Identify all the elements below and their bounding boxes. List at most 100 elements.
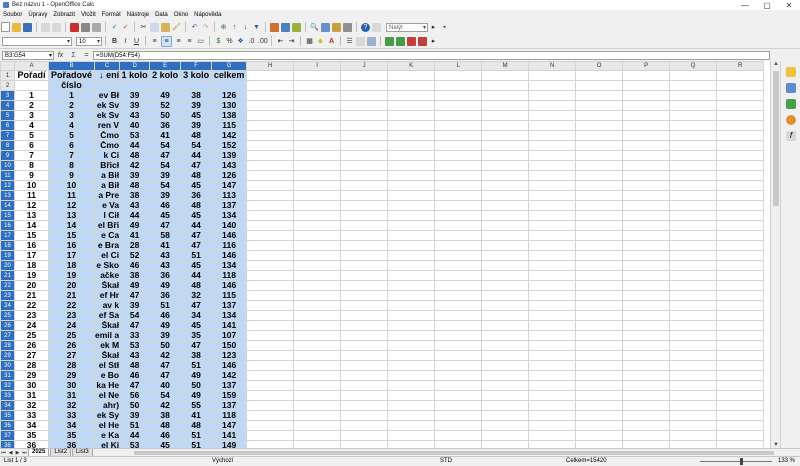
column-header[interactable]: N — [528, 61, 577, 71]
cell-jmeno[interactable]: e Va — [93, 200, 121, 211]
cell[interactable] — [293, 220, 342, 231]
cell-kolo3[interactable]: 45 — [180, 260, 213, 271]
cell-poradove-cislo[interactable]: 35 — [48, 430, 95, 441]
cell[interactable] — [481, 400, 530, 411]
cell[interactable] — [293, 420, 342, 431]
cell[interactable] — [434, 110, 483, 121]
cell[interactable] — [293, 110, 342, 121]
cell[interactable] — [340, 150, 389, 161]
cell-poradove-cislo[interactable]: 5 — [48, 130, 95, 141]
cell[interactable] — [293, 370, 342, 381]
undo-icon[interactable]: ↶ — [190, 23, 199, 32]
cell-poradove-cislo[interactable]: 34 — [48, 420, 95, 431]
cell[interactable] — [434, 290, 483, 301]
cell-kolo1[interactable]: 41 — [119, 230, 151, 241]
cell-kolo2[interactable]: 58 — [149, 230, 182, 241]
cell[interactable] — [387, 190, 436, 201]
cell-jmeno[interactable]: (ahr — [93, 400, 121, 411]
cell-jmeno[interactable]: e Ca — [93, 230, 121, 241]
cell[interactable] — [622, 220, 671, 231]
cell[interactable] — [575, 120, 624, 131]
cell[interactable] — [387, 200, 436, 211]
row-header[interactable]: 16 — [0, 220, 15, 231]
cell[interactable] — [669, 190, 718, 201]
cell[interactable] — [622, 370, 671, 381]
cell-kolo1[interactable]: 39 — [119, 100, 151, 111]
cell-kolo3[interactable]: 47 — [180, 230, 213, 241]
cell-poradi[interactable]: 7 — [14, 150, 49, 161]
cell-kolo2[interactable]: 51 — [149, 300, 182, 311]
cell[interactable] — [622, 440, 671, 448]
cell[interactable] — [716, 290, 765, 301]
cell[interactable] — [387, 230, 436, 241]
cell[interactable] — [481, 250, 530, 261]
cell-kolo1[interactable]: 56 — [119, 390, 151, 401]
cell-kolo2[interactable]: 42 — [149, 400, 182, 411]
cell-poradi[interactable]: 25 — [14, 330, 49, 341]
cell[interactable] — [622, 130, 671, 141]
cell[interactable] — [293, 70, 342, 81]
font-name-select[interactable] — [2, 36, 72, 47]
cell[interactable] — [293, 240, 342, 251]
row-header[interactable]: 15 — [0, 210, 15, 221]
cell[interactable] — [246, 170, 295, 181]
cell-poradove-cislo[interactable]: 27 — [48, 350, 95, 361]
cell[interactable] — [340, 230, 389, 241]
cell[interactable] — [246, 250, 295, 261]
row-header[interactable]: 32 — [0, 380, 15, 391]
cell[interactable] — [340, 90, 389, 101]
cell-kolo3[interactable]: 55 — [180, 400, 213, 411]
cell[interactable] — [387, 400, 436, 411]
cell[interactable] — [669, 310, 718, 321]
cell-kolo1[interactable]: 47 — [119, 290, 151, 301]
cell-poradove-cislo[interactable]: 8 — [48, 160, 95, 171]
cell[interactable] — [716, 260, 765, 271]
cell-kolo3[interactable]: 39 — [180, 120, 213, 131]
cell-kolo3[interactable]: 39 — [180, 100, 213, 111]
cell-poradove-cislo[interactable]: 20 — [48, 280, 95, 291]
cell[interactable] — [716, 130, 765, 141]
cell-poradove-cislo[interactable]: 2 — [48, 100, 95, 111]
cell-poradi[interactable]: 2 — [14, 100, 49, 111]
sort-ascending-icon[interactable]: ↑ — [230, 23, 239, 32]
cell-celkem[interactable]: 138 — [211, 110, 248, 121]
data-sources-icon[interactable] — [343, 22, 352, 32]
cell[interactable] — [481, 80, 530, 91]
cell[interactable] — [575, 210, 624, 221]
cell-kolo1[interactable]: 39 — [119, 90, 151, 101]
cell[interactable] — [669, 180, 718, 191]
cell-celkem[interactable]: 147 — [211, 180, 248, 191]
cell[interactable] — [575, 340, 624, 351]
cell[interactable] — [528, 250, 577, 261]
cell-kolo1[interactable]: 48 — [119, 150, 151, 161]
cell-celkem[interactable]: 113 — [211, 190, 248, 201]
cell[interactable] — [434, 130, 483, 141]
cell[interactable] — [481, 70, 530, 81]
cell[interactable] — [293, 140, 342, 151]
cell[interactable] — [434, 350, 483, 361]
cell[interactable] — [180, 80, 213, 91]
row-header[interactable]: 26 — [0, 320, 15, 331]
cell[interactable] — [669, 110, 718, 121]
cell-celkem[interactable]: 115 — [211, 290, 248, 301]
cell-kolo1[interactable]: 52 — [119, 250, 151, 261]
cell-kolo1[interactable]: 39 — [119, 170, 151, 181]
cell-header-poradi[interactable]: Pořadí — [14, 70, 49, 81]
row-header[interactable]: 33 — [0, 390, 15, 401]
cell-poradove-cislo[interactable]: 15 — [48, 230, 95, 241]
cell[interactable] — [340, 200, 389, 211]
cell-jmeno[interactable]: ek Sy — [93, 410, 121, 421]
cell[interactable] — [481, 140, 530, 151]
cell-celkem[interactable]: 137 — [211, 380, 248, 391]
cell[interactable] — [387, 170, 436, 181]
cell-kolo2[interactable]: 47 — [149, 360, 182, 371]
cell-poradove-cislo[interactable]: 28 — [48, 360, 95, 371]
cell[interactable] — [575, 370, 624, 381]
cell[interactable] — [434, 190, 483, 201]
cell[interactable] — [434, 380, 483, 391]
cell[interactable] — [293, 280, 342, 291]
cell-poradi[interactable]: 12 — [14, 200, 49, 211]
cell[interactable] — [575, 170, 624, 181]
cell[interactable] — [293, 350, 342, 361]
cell-kolo3[interactable]: 51 — [180, 440, 213, 448]
